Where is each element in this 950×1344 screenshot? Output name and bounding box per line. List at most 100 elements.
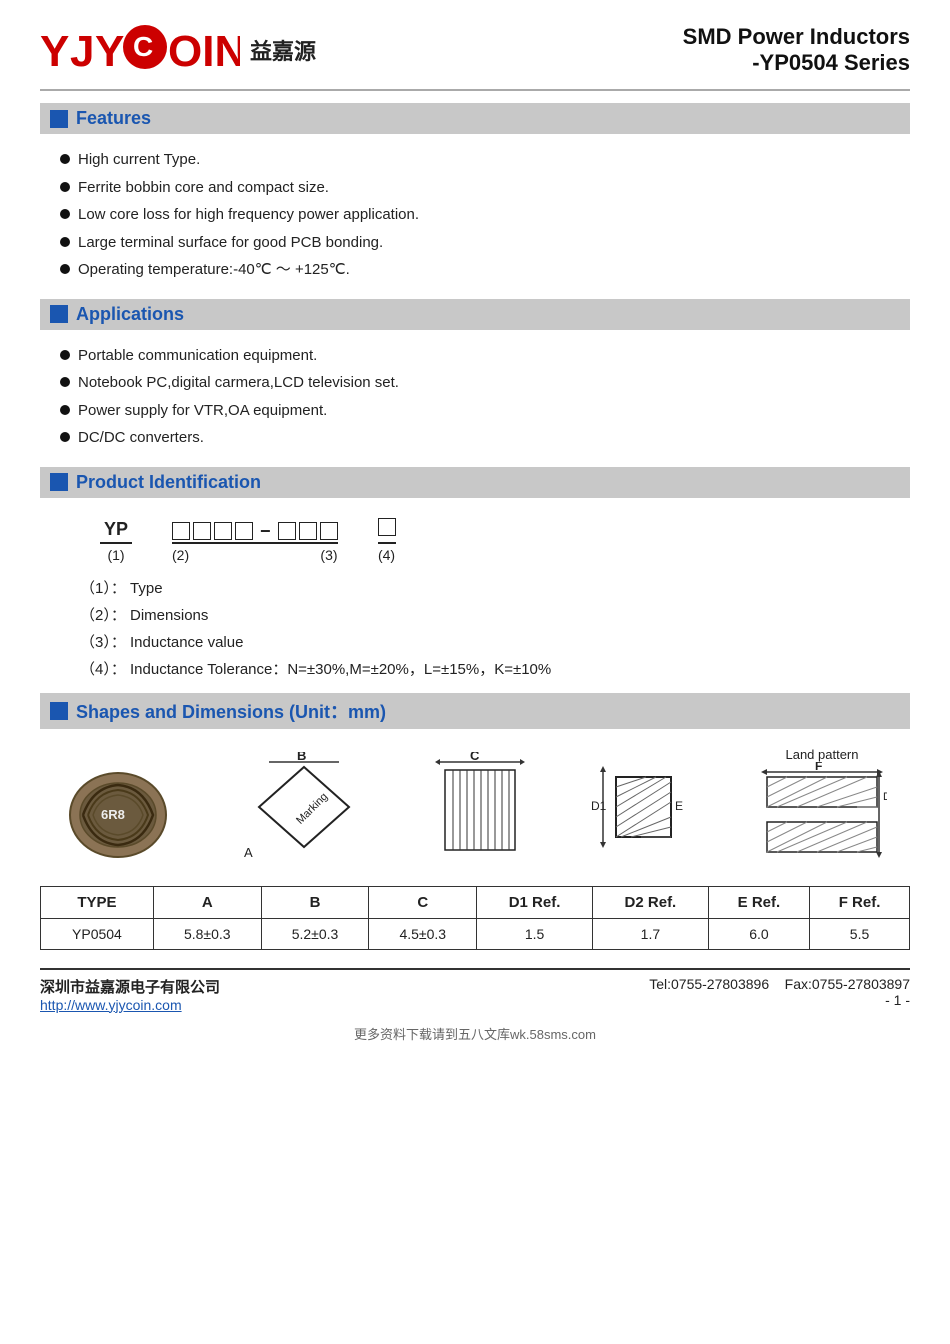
col-fref: F Ref. <box>810 886 910 918</box>
col-a: A <box>153 886 261 918</box>
bullet-icon <box>60 350 70 360</box>
bullet-icon <box>60 377 70 387</box>
pid-dash: − <box>260 522 271 540</box>
svg-text:F: F <box>815 762 822 773</box>
product-id-blue-square-icon <box>50 473 68 491</box>
pid-box-single <box>378 518 396 536</box>
svg-text:D1: D1 <box>591 799 607 813</box>
cell-type: YP0504 <box>41 918 154 949</box>
list-item: Ferrite bobbin core and compact size. <box>60 177 910 200</box>
pid-box4 <box>235 522 253 540</box>
svg-text:J: J <box>70 27 94 75</box>
legend-num-4: （4）： <box>80 661 126 678</box>
cell-c: 4.5±0.3 <box>369 918 477 949</box>
svg-text:E: E <box>675 799 683 813</box>
legend-desc-3: Inductance value <box>130 634 243 651</box>
page-header: Y J Y C OIN 益嘉源 SMD Power Inductors -YP0… <box>40 20 910 91</box>
pid-prefix-label: (1) <box>107 547 124 563</box>
shapes-diagram-area: 6R8 B Marking A C <box>40 737 910 876</box>
applications-title: Applications <box>76 304 184 325</box>
svg-text:C: C <box>470 752 480 763</box>
svg-text:C: C <box>133 31 153 62</box>
product-id-legend: （1）： Type （2）： Dimensions （3）： Inductanc… <box>80 577 870 679</box>
website-link[interactable]: http://www.yjycoin.com <box>40 997 182 1013</box>
pid-box1 <box>172 522 190 540</box>
col-c: C <box>369 886 477 918</box>
list-item: Notebook PC,digital carmera,LCD televisi… <box>60 372 910 395</box>
features-section-header: Features <box>40 103 910 134</box>
svg-text:6R8: 6R8 <box>101 807 125 822</box>
applications-list: Portable communication equipment. Notebo… <box>60 338 910 457</box>
product-title-line2: -YP0504 Series <box>683 50 910 76</box>
pid-box2 <box>193 522 211 540</box>
list-item: Power supply for VTR,OA equipment. <box>60 400 910 423</box>
cell-f: 5.5 <box>810 918 910 949</box>
product-id-title: Product Identification <box>76 472 261 493</box>
product-title-line1: SMD Power Inductors <box>683 24 910 50</box>
table-row: YP0504 5.8±0.3 5.2±0.3 4.5±0.3 1.5 1.7 6… <box>41 918 910 949</box>
svg-text:OIN: OIN <box>168 27 240 75</box>
pid-box6 <box>299 522 317 540</box>
dimension-d1e-diagram: D1 E <box>591 752 691 866</box>
table-header-row: TYPE A B C D1 Ref. D2 Ref. E Ref. F Ref. <box>41 886 910 918</box>
product-id-section-header: Product Identification <box>40 467 910 498</box>
land-pattern-diagram: Land pattern F <box>757 747 887 866</box>
legend-item-2: （2）： Dimensions <box>80 604 870 625</box>
pid-type-group: YP (1) <box>100 519 132 563</box>
footer-left: 深圳市益嘉源电子有限公司 http://www.yjycoin.com <box>40 976 220 1014</box>
header-title: SMD Power Inductors -YP0504 Series <box>683 24 910 76</box>
bullet-icon <box>60 405 70 415</box>
legend-num-1: （1）： <box>80 580 126 597</box>
legend-desc-1: Type <box>130 580 163 597</box>
cell-a: 5.8±0.3 <box>153 918 261 949</box>
col-eref: E Ref. <box>708 886 809 918</box>
list-item: Low core loss for high frequency power a… <box>60 204 910 227</box>
pid-tolerance-group: (4) <box>378 518 396 563</box>
col-type: TYPE <box>41 886 154 918</box>
svg-text:Y: Y <box>95 27 124 75</box>
legend-item-1: （1）： Type <box>80 577 870 598</box>
pid-box3 <box>214 522 232 540</box>
bullet-icon <box>60 237 70 247</box>
features-title: Features <box>76 108 151 129</box>
list-item: High current Type. <box>60 149 910 172</box>
pid-dimensions-group: − (2) (3) <box>172 522 338 563</box>
page-footer: 深圳市益嘉源电子有限公司 http://www.yjycoin.com Tel:… <box>40 968 910 1014</box>
shapes-title: Shapes and Dimensions (Unit：mm) <box>76 698 386 724</box>
pid-label-4: (4) <box>378 547 395 563</box>
land-pattern-label: Land pattern <box>757 747 887 762</box>
svg-text:A: A <box>244 845 253 860</box>
pid-4boxes: − <box>172 522 338 544</box>
list-item: DC/DC converters. <box>60 427 910 450</box>
svg-text:Marking: Marking <box>294 790 330 826</box>
applications-section-header: Applications <box>40 299 910 330</box>
col-d2ref: D2 Ref. <box>592 886 708 918</box>
svg-text:Y: Y <box>40 27 69 75</box>
cell-e: 6.0 <box>708 918 809 949</box>
cell-d2: 1.7 <box>592 918 708 949</box>
logo-area: Y J Y C OIN 益嘉源 <box>40 20 316 79</box>
legend-item-4: （4）： Inductance Tolerance：N=±30%,M=±20%，… <box>80 658 870 679</box>
bullet-icon <box>60 209 70 219</box>
pid-box5 <box>278 522 296 540</box>
list-item: Operating temperature:-40℃ ～ +125℃. <box>60 259 910 282</box>
coil-photo: 6R8 <box>63 767 173 866</box>
pid-prefix: YP <box>100 519 132 544</box>
svg-text:B: B <box>297 752 306 763</box>
page-number: - 1 - <box>885 992 910 1008</box>
footer-bottom-text: 更多资料下载请到五八文库wk.58sms.com <box>40 1024 910 1043</box>
logo-yjy: Y J Y C OIN <box>40 20 240 79</box>
legend-num-2: （2）： <box>80 607 126 624</box>
cell-b: 5.2±0.3 <box>261 918 369 949</box>
dimension-b-diagram: B Marking A <box>239 752 369 866</box>
dimensions-table: TYPE A B C D1 Ref. D2 Ref. E Ref. F Ref.… <box>40 886 910 950</box>
list-item: Portable communication equipment. <box>60 345 910 368</box>
legend-item-3: （3）： Inductance value <box>80 631 870 652</box>
footer-right: Tel:0755-27803896 Fax:0755-27803897 - 1 … <box>649 976 910 1008</box>
shapes-section-header: Shapes and Dimensions (Unit：mm) <box>40 693 910 729</box>
pid-label-2: (2) <box>172 547 189 563</box>
applications-blue-square-icon <box>50 305 68 323</box>
legend-num-3: （3）： <box>80 634 126 651</box>
cell-d1: 1.5 <box>477 918 593 949</box>
footer-fax: Fax:0755-27803897 <box>785 976 910 992</box>
